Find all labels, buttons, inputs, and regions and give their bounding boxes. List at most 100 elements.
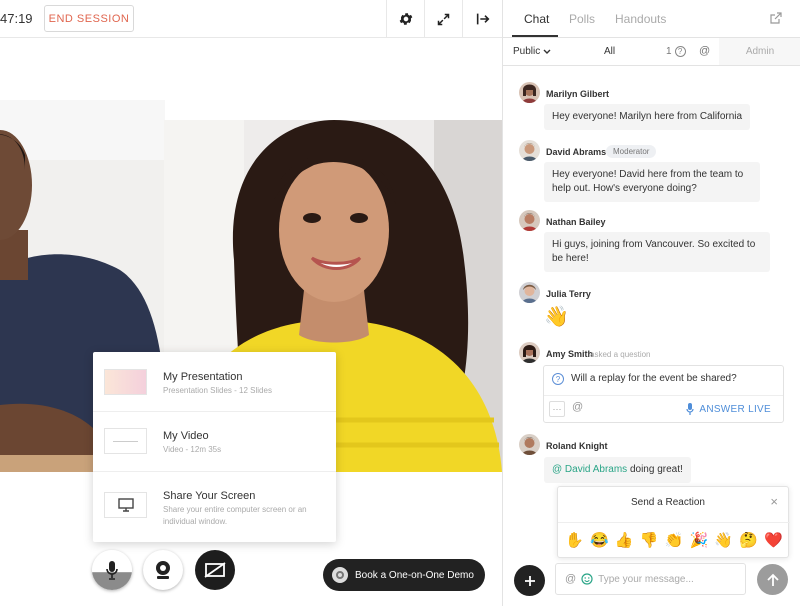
avatar bbox=[519, 342, 540, 363]
send-button[interactable] bbox=[757, 564, 788, 595]
arrow-up-icon bbox=[766, 573, 779, 586]
webcam-icon bbox=[156, 561, 170, 579]
chat-filter-bar: Public All 1 ? @ Admin bbox=[503, 38, 800, 66]
mention-button[interactable]: @ bbox=[572, 401, 583, 413]
reaction-heart[interactable]: ❤️ bbox=[764, 533, 783, 548]
exit-button[interactable] bbox=[462, 0, 502, 38]
filter-all[interactable]: All bbox=[604, 46, 615, 57]
message-bubble: @ David Abrams doing great! bbox=[544, 457, 691, 483]
reaction-thumbs-down[interactable]: 👎 bbox=[640, 533, 659, 548]
settings-button[interactable] bbox=[386, 0, 424, 38]
add-button[interactable] bbox=[514, 565, 545, 596]
message-bubble: Hey everyone! Marilyn here from Californ… bbox=[544, 104, 751, 130]
sender-name: Nathan Bailey bbox=[546, 217, 606, 227]
message-bubble: Hey everyone! David here from the team t… bbox=[544, 162, 760, 202]
record-icon bbox=[332, 567, 348, 583]
gear-icon bbox=[399, 13, 412, 25]
wave-emoji-message: 👋 bbox=[544, 306, 569, 328]
popout-button[interactable] bbox=[770, 11, 782, 29]
moderator-badge: Moderator bbox=[606, 145, 657, 158]
sender-name: Marilyn Gilbert bbox=[546, 89, 610, 99]
book-demo-button[interactable]: Book a One-on-One Demo bbox=[323, 559, 485, 591]
chevron-down-icon bbox=[543, 49, 551, 54]
reaction-clap[interactable]: 👏 bbox=[665, 533, 684, 548]
reaction-thinking[interactable]: 🤔 bbox=[739, 533, 758, 548]
more-options-button[interactable]: ··· bbox=[549, 401, 565, 417]
answer-live-label: ANSWER LIVE bbox=[699, 403, 771, 415]
share-option-video[interactable]: My Video Video - 12m 35s bbox=[93, 412, 336, 472]
book-demo-label: Book a One-on-One Demo bbox=[355, 569, 474, 581]
external-link-icon bbox=[770, 12, 782, 24]
microphone-icon bbox=[686, 403, 694, 415]
expand-icon bbox=[437, 13, 450, 25]
message-text: doing great! bbox=[627, 464, 683, 475]
screen-share-button[interactable] bbox=[195, 550, 235, 590]
chat-panel: Chat Polls Handouts Public All 1 ? @ Adm… bbox=[502, 0, 800, 606]
share-option-subtitle: Presentation Slides - 12 Slides bbox=[163, 386, 272, 395]
avatar bbox=[519, 140, 540, 161]
tab-handouts[interactable]: Handouts bbox=[615, 12, 666, 26]
question-icon: ? bbox=[552, 373, 564, 385]
panel-tabs: Chat Polls Handouts bbox=[503, 0, 800, 38]
reaction-thumbs-up[interactable]: 👍 bbox=[615, 533, 634, 548]
sender-name: Julia Terry bbox=[546, 289, 591, 299]
filter-admin[interactable]: Admin bbox=[719, 38, 800, 65]
reaction-wave[interactable]: 👋 bbox=[714, 533, 733, 548]
share-content-menu: My Presentation Presentation Slides - 12… bbox=[93, 352, 336, 542]
camera-button[interactable] bbox=[143, 550, 183, 590]
mention-tag[interactable]: @ David Abrams bbox=[552, 464, 627, 475]
share-option-title: My Presentation bbox=[163, 371, 243, 383]
visibility-dropdown[interactable]: Public bbox=[513, 46, 551, 57]
video-stage: 47:19 END SESSION My Presentation Presen… bbox=[0, 0, 502, 606]
message-bubble: Hi guys, joining from Vancouver. So exci… bbox=[544, 232, 770, 272]
mention-button[interactable]: @ bbox=[565, 573, 576, 585]
emoji-icon[interactable] bbox=[581, 573, 593, 585]
question-count: 1 bbox=[666, 46, 672, 57]
share-option-subtitle: Video - 12m 35s bbox=[163, 445, 222, 454]
avatar bbox=[519, 434, 540, 455]
share-option-subtitle: Share your entire computer screen or an … bbox=[163, 505, 307, 526]
share-option-title: Share Your Screen bbox=[163, 490, 256, 502]
share-option-screen[interactable]: Share Your Screen Share your entire comp… bbox=[93, 472, 336, 542]
plus-icon bbox=[524, 575, 535, 586]
question-actions: ··· @ ANSWER LIVE bbox=[544, 395, 783, 423]
avatar bbox=[519, 282, 540, 303]
question-text: Will a replay for the event be shared? bbox=[571, 373, 737, 384]
tab-chat[interactable]: Chat bbox=[524, 12, 549, 26]
share-option-presentation[interactable]: My Presentation Presentation Slides - 12… bbox=[93, 352, 336, 412]
filter-questions[interactable]: 1 ? bbox=[666, 46, 686, 57]
answer-live-button[interactable]: ANSWER LIVE bbox=[686, 403, 771, 415]
end-session-button[interactable]: END SESSION bbox=[44, 5, 134, 32]
session-toolbar: 47:19 END SESSION bbox=[0, 0, 502, 38]
session-timer: 47:19 bbox=[0, 11, 33, 26]
video-thumbnail bbox=[104, 428, 147, 454]
sender-name: David Abrams bbox=[546, 147, 607, 157]
sender-name: Roland Knight bbox=[546, 441, 608, 451]
share-option-title: My Video bbox=[163, 430, 209, 442]
reaction-laugh[interactable]: 😂 bbox=[590, 533, 609, 548]
monitor-icon bbox=[117, 498, 134, 512]
tab-polls[interactable]: Polls bbox=[569, 12, 595, 26]
reaction-party[interactable]: 🎉 bbox=[689, 533, 708, 548]
question-mark-icon: ? bbox=[674, 46, 686, 57]
exit-arrow-icon bbox=[476, 13, 489, 25]
message-placeholder: Type your message... bbox=[598, 573, 694, 585]
message-input[interactable]: @ Type your message... bbox=[555, 563, 746, 595]
avatar bbox=[519, 82, 540, 103]
avatar bbox=[519, 210, 540, 231]
active-tab-indicator bbox=[512, 35, 558, 37]
presentation-thumbnail bbox=[104, 369, 147, 395]
reaction-emoji-row: ✋ 😂 👍 👎 👏 🎉 👋 🤔 ❤️ bbox=[558, 522, 790, 558]
reaction-picker: Send a Reaction × ✋ 😂 👍 👎 👏 🎉 👋 🤔 ❤️ bbox=[557, 486, 790, 558]
close-icon[interactable]: × bbox=[770, 494, 778, 509]
asked-question-label: asked a question bbox=[590, 350, 651, 359]
sender-name: Amy Smith bbox=[546, 349, 594, 359]
screen-thumbnail bbox=[104, 492, 147, 518]
microphone-icon bbox=[106, 561, 118, 580]
question-card: ? Will a replay for the event be shared?… bbox=[543, 365, 784, 423]
microphone-button[interactable] bbox=[92, 550, 132, 590]
reaction-raise-hand[interactable]: ✋ bbox=[565, 533, 584, 548]
fullscreen-button[interactable] bbox=[424, 0, 462, 38]
reaction-title: Send a Reaction bbox=[631, 497, 705, 508]
filter-mentions[interactable]: @ bbox=[699, 45, 710, 57]
